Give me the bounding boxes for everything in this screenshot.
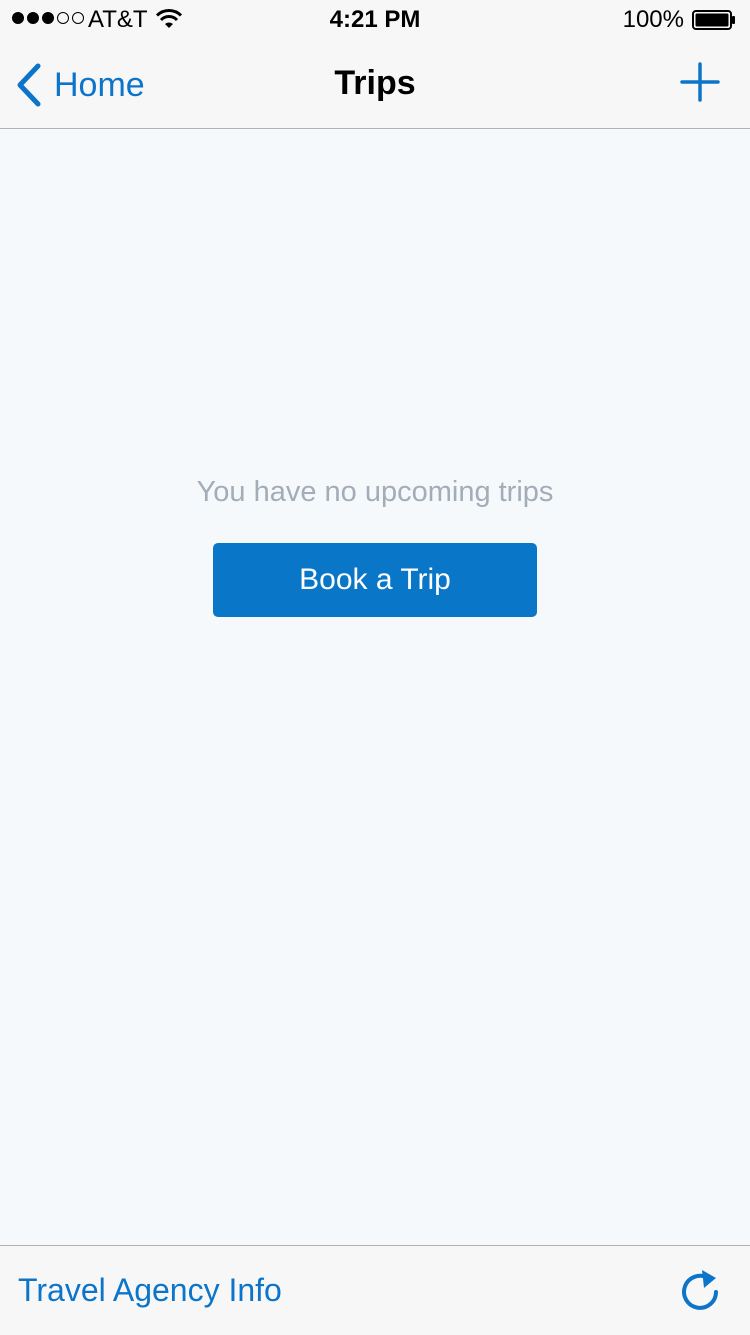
empty-state-message: You have no upcoming trips — [196, 476, 554, 508]
status-bar: AT&T 4:21 PM 100% — [0, 0, 750, 40]
book-trip-button[interactable]: Book a Trip — [213, 543, 537, 617]
plus-icon[interactable] — [680, 62, 720, 102]
refresh-icon[interactable] — [678, 1268, 722, 1314]
navigation-bar: Home Trips — [0, 40, 750, 129]
battery-full-icon — [692, 10, 735, 30]
battery-percentage: 100% — [622, 6, 684, 33]
page-title: Trips — [334, 64, 416, 102]
bottom-toolbar: Travel Agency Info — [0, 1245, 750, 1335]
travel-agency-info-link[interactable]: Travel Agency Info — [18, 1272, 282, 1309]
